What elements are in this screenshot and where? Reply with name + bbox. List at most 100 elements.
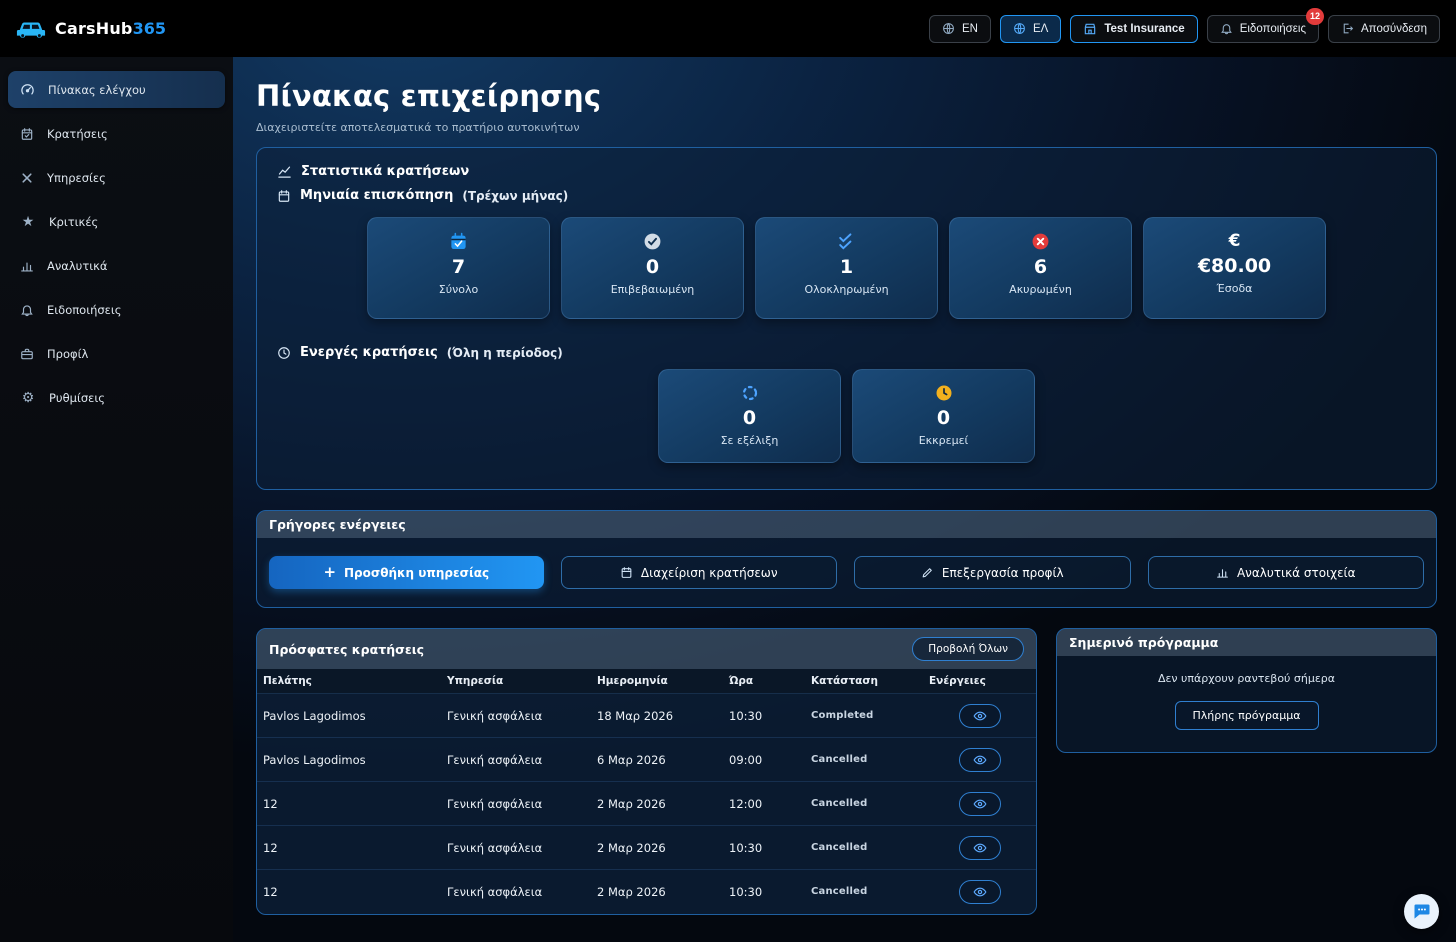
sidebar-item-settings[interactable]: ⚙ Ρυθμίσεις [8, 379, 225, 416]
star-icon: ★ [20, 215, 36, 229]
top-navbar: CarsHub365 EN ΕΛ Test Insurance Ειδοποι [0, 0, 1456, 57]
col-customer: Πελάτης [257, 669, 441, 694]
analytics-label: Αναλυτικά στοιχεία [1237, 566, 1356, 580]
analytics-button[interactable]: Αναλυτικά στοιχεία [1148, 556, 1425, 589]
active-bookings-header: Ενεργές κρατήσεις (Όλη η περίοδος) [277, 345, 1416, 360]
lang-en-label: EN [962, 23, 978, 35]
logout-label: Αποσύνδεση [1361, 23, 1427, 35]
sidebar-item-label: Πίνακας ελέγχου [48, 83, 146, 97]
plus-icon: + [323, 565, 336, 580]
notifications-button[interactable]: Ειδοποιήσεις 12 [1207, 15, 1319, 43]
sidebar-item-services[interactable]: Υπηρεσίες [8, 159, 225, 196]
eye-icon [973, 753, 987, 767]
active-bookings-title: Ενεργές κρατήσεις [300, 345, 438, 360]
sidebar-item-label: Υπηρεσίες [47, 171, 106, 185]
chat-icon [1412, 902, 1432, 922]
view-booking-button[interactable] [959, 704, 1001, 728]
active-stats-row: 0 Σε εξέλιξη 0 Εκκρεμεί [277, 369, 1416, 463]
cell-customer: 12 [257, 782, 441, 826]
calendar-icon [277, 189, 291, 203]
edit-profile-label: Επεξεργασία προφίλ [942, 566, 1064, 580]
chat-widget-button[interactable] [1404, 894, 1439, 929]
sidebar-item-bookings[interactable]: Κρατήσεις [8, 115, 225, 152]
eye-icon [973, 797, 987, 811]
sidebar-item-reviews[interactable]: ★ Κριτικές [8, 203, 225, 240]
page-subtitle: Διαχειριστείτε αποτελεσματικά το πρατήρι… [256, 121, 1437, 134]
recent-bookings-panel: Πρόσφατες κρατήσεις Προβολή Όλων Πελάτης… [256, 628, 1037, 915]
lang-el-button[interactable]: ΕΛ [1000, 15, 1061, 43]
status-badge: Completed [805, 694, 923, 738]
line-chart-icon [277, 164, 292, 179]
cell-time: 10:30 [723, 826, 805, 870]
logout-button[interactable]: Αποσύνδεση [1328, 15, 1440, 43]
view-booking-button[interactable] [959, 748, 1001, 772]
sidebar: Πίνακας ελέγχου Κρατήσεις Υπηρεσίες ★ Κρ… [0, 57, 233, 942]
cell-service: Γενική ασφάλεια [441, 782, 591, 826]
business-name: Test Insurance [1104, 23, 1184, 35]
view-all-button[interactable]: Προβολή Όλων [912, 637, 1024, 661]
manage-bookings-button[interactable]: Διαχείριση κρατήσεων [561, 556, 838, 589]
stat-card-cancelled: 6 Ακυρωμένη [949, 217, 1132, 319]
view-booking-button[interactable] [959, 880, 1001, 904]
cell-time: 10:30 [723, 694, 805, 738]
status-badge: Cancelled [805, 826, 923, 870]
calendar-check-icon [449, 232, 468, 251]
stat-value: 0 [937, 407, 950, 429]
bookings-table: Πελάτης Υπηρεσία Ημερομηνία Ώρα Κατάστασ… [257, 669, 1036, 914]
stat-card-pending: 0 Εκκρεμεί [852, 369, 1035, 463]
main-content: Πίνακας επιχείρησης Διαχειριστείτε αποτε… [233, 57, 1456, 942]
notifications-label: Ειδοποιήσεις [1240, 23, 1306, 35]
monthly-stats-row: 7 Σύνολο 0 Επιβεβαιωμένη 1 Ολοκληρωμένη [277, 217, 1416, 319]
empty-schedule-message: Δεν υπάρχουν ραντεβού σήμερα [1069, 672, 1424, 685]
clock-icon [935, 384, 953, 402]
gauge-icon [20, 82, 35, 97]
sidebar-item-notifications[interactable]: Ειδοποιήσεις [8, 291, 225, 328]
page-title: Πίνακας επιχείρησης [256, 79, 1437, 113]
sidebar-item-analytics[interactable]: Αναλυτικά [8, 247, 225, 284]
status-badge: Cancelled [805, 870, 923, 914]
status-badge: Cancelled [805, 738, 923, 782]
brand[interactable]: CarsHub365 [16, 18, 166, 40]
col-time: Ώρα [723, 669, 805, 694]
stat-card-confirmed: 0 Επιβεβαιωμένη [561, 217, 744, 319]
view-booking-button[interactable] [959, 836, 1001, 860]
stat-label: Εκκρεμεί [919, 434, 969, 447]
cell-service: Γενική ασφάλεια [441, 870, 591, 914]
navbar-actions: EN ΕΛ Test Insurance Ειδοποιήσεις 12 [929, 15, 1440, 43]
active-bookings-subtitle: (Όλη η περίοδος) [447, 346, 563, 360]
stat-card-total: 7 Σύνολο [367, 217, 550, 319]
full-schedule-button[interactable]: Πλήρης πρόγραμμα [1175, 701, 1319, 730]
view-booking-button[interactable] [959, 792, 1001, 816]
add-service-button[interactable]: + Προσθήκη υπηρεσίας [269, 556, 544, 589]
euro-icon: € [1229, 232, 1241, 250]
logout-icon [1341, 22, 1354, 35]
stat-value: 7 [452, 256, 465, 278]
sidebar-item-dashboard[interactable]: Πίνακας ελέγχου [8, 71, 225, 108]
recent-bookings-title: Πρόσφατες κρατήσεις [269, 642, 424, 657]
cell-date: 2 Μαρ 2026 [591, 826, 723, 870]
add-service-label: Προσθήκη υπηρεσίας [344, 566, 489, 580]
edit-profile-button[interactable]: Επεξεργασία προφίλ [854, 556, 1131, 589]
calendar-icon [20, 127, 34, 141]
col-status: Κατάσταση [805, 669, 923, 694]
edit-icon [921, 566, 934, 579]
monthly-overview-header: Μηνιαία επισκόπηση (Τρέχων μήνας) [277, 188, 1416, 203]
eye-icon [973, 885, 987, 899]
cell-date: 18 Μαρ 2026 [591, 694, 723, 738]
stats-section-header: Στατιστικά κρατήσεων [277, 164, 1416, 179]
check-circle-icon [643, 232, 662, 251]
eye-icon [973, 841, 987, 855]
sidebar-item-label: Ειδοποιήσεις [47, 303, 122, 317]
brand-name: CarsHub365 [55, 19, 166, 38]
quick-actions-panel: Γρήγορες ενέργειες + Προσθήκη υπηρεσίας … [256, 510, 1437, 608]
table-row: Pavlos Lagodimos Γενική ασφάλεια 18 Μαρ … [257, 694, 1036, 738]
sidebar-item-profile[interactable]: Προφίλ [8, 335, 225, 372]
cell-time: 12:00 [723, 782, 805, 826]
sidebar-item-label: Αναλυτικά [47, 259, 108, 273]
car-logo-icon [16, 18, 46, 40]
bell-icon [20, 303, 34, 317]
col-actions: Ενέργειες [923, 669, 1036, 694]
today-schedule-body: Δεν υπάρχουν ραντεβού σήμερα Πλήρης πρόγ… [1057, 656, 1436, 752]
business-button[interactable]: Test Insurance [1070, 15, 1197, 43]
lang-en-button[interactable]: EN [929, 15, 991, 43]
